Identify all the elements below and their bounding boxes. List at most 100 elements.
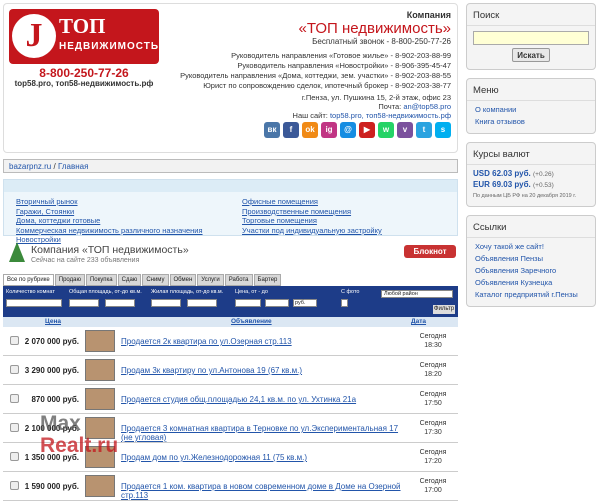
mail-link[interactable]: an@top58.pro <box>403 102 451 111</box>
vk-icon[interactable]: вк <box>264 122 280 138</box>
category-link[interactable]: Торговые помещения <box>242 216 382 226</box>
edit-icon[interactable] <box>10 394 19 403</box>
listing-count: Сейчас на сайте 233 объявления <box>31 257 140 264</box>
menu-item[interactable]: Книга отзывов <box>475 116 587 128</box>
tab-3[interactable]: Сдаю <box>117 274 142 286</box>
link-item[interactable]: Хочу такой же сайт! <box>475 241 587 253</box>
listing-price: 2 070 000 руб. <box>24 337 79 346</box>
search-button[interactable]: Искать <box>512 48 550 62</box>
col-date[interactable]: Дата <box>411 318 426 325</box>
category-link[interactable]: Офисные помещения <box>242 197 382 207</box>
watermark-line1: Max <box>40 412 81 435</box>
tab-4[interactable]: Сниму <box>142 274 169 286</box>
filter-rooms-label: Количество комнат <box>6 289 55 295</box>
listing-photo[interactable] <box>85 475 115 497</box>
rates-note: По данным ЦБ РФ на 20 декабря 2019 г. <box>473 193 577 199</box>
photo-checkbox[interactable] <box>341 299 348 307</box>
breadcrumb-site[interactable]: bazarpnz.ru <box>9 162 51 171</box>
listing-title[interactable]: Продам 3к квартиру по ул.Антонова 19 (67… <box>121 366 401 375</box>
filter-total-area-label: Общая площадь, от-до кв.м. <box>69 289 142 295</box>
sites-link[interactable]: top58.pro, топ58-недвижимость.рф <box>330 111 451 120</box>
menu-item[interactable]: О компании <box>475 104 587 116</box>
skype-icon[interactable]: s <box>435 122 451 138</box>
facebook-icon[interactable]: f <box>283 122 299 138</box>
youtube-icon[interactable]: ▶ <box>359 122 375 138</box>
filter-button[interactable]: Фильтр <box>433 305 455 314</box>
tab-8[interactable]: Бартер <box>253 274 282 286</box>
link-item[interactable]: Объявления Заречного <box>475 265 587 277</box>
edit-icon[interactable] <box>10 423 19 432</box>
table-row[interactable]: 2 070 000 руб. Продается 2к квартира по у… <box>3 327 458 356</box>
listing-photo[interactable] <box>85 359 115 381</box>
tab-1[interactable]: Продаю <box>54 274 85 286</box>
watermark: Max Realt.ru <box>40 413 118 457</box>
link-item[interactable]: Каталог предприятий г.Пензы <box>475 289 587 301</box>
category-link[interactable]: Гаражи, Стоянки <box>16 207 203 217</box>
district-select[interactable]: Любой район <box>381 290 453 298</box>
living-area-to[interactable] <box>187 299 217 307</box>
listing-title[interactable]: Продам дом по ул.Железнодорожная 11 (75 … <box>121 453 401 462</box>
logo-emblem: J <box>12 14 56 58</box>
whatsapp-icon[interactable]: w <box>378 122 394 138</box>
edit-icon[interactable] <box>10 336 19 345</box>
company-name: «ТОП недвижимость» <box>298 20 451 37</box>
notepad-button[interactable]: Блокнот <box>404 245 456 258</box>
category-link[interactable]: Дома, коттеджи готовые <box>16 216 203 226</box>
edit-icon[interactable] <box>10 452 19 461</box>
listing-time: 18:30 <box>424 342 442 349</box>
usd-label: USD <box>473 169 490 178</box>
staff-line: Юрист по сопровождению сделок, ипотечный… <box>203 81 451 90</box>
listing-time: 17:00 <box>424 487 442 494</box>
links-title: Ссылки <box>467 216 595 238</box>
category-link[interactable]: Участки под индивидуальную застройку <box>242 226 382 236</box>
price-from[interactable] <box>235 299 261 307</box>
telegram-icon[interactable]: t <box>416 122 432 138</box>
table-row[interactable]: 1 590 000 руб. Продается 1 ком. квартира … <box>3 472 458 501</box>
edit-icon[interactable] <box>10 365 19 374</box>
link-item[interactable]: Объявления Кузнецка <box>475 277 587 289</box>
moimir-icon[interactable]: @ <box>340 122 356 138</box>
tree-icon <box>9 242 25 262</box>
col-price[interactable]: Цена <box>45 318 61 325</box>
company-logo[interactable]: J ТОП НЕДВИЖИМОСТЬ 8-800-250-77-26 top58… <box>9 9 159 88</box>
listing-time: 17:50 <box>424 400 442 407</box>
viber-icon[interactable]: v <box>397 122 413 138</box>
filter-bar: Количество комнат Общая площадь, от-до к… <box>3 286 458 317</box>
currency-select[interactable]: руб. <box>293 299 317 307</box>
listing-photo[interactable] <box>85 330 115 352</box>
living-area-from[interactable] <box>151 299 181 307</box>
tab-5[interactable]: Обмен <box>169 274 197 286</box>
tab-6[interactable]: Услуги <box>197 274 224 286</box>
category-link[interactable]: Производственные помещения <box>242 207 382 217</box>
category-link[interactable]: Коммерческая недвижимость различного наз… <box>16 226 203 236</box>
price-to[interactable] <box>265 299 289 307</box>
category-topbar <box>4 180 457 192</box>
listing-photo[interactable] <box>85 388 115 410</box>
search-input[interactable] <box>473 31 589 45</box>
rooms-select[interactable] <box>6 299 62 307</box>
tab-7[interactable]: Работа <box>224 274 253 286</box>
table-row[interactable]: 870 000 руб. Продается студия общ.площадь… <box>3 385 458 414</box>
listing-title[interactable]: Продается студия общ.площадью 24,1 кв.м.… <box>121 395 401 404</box>
free-call: Бесплатный звонок - 8-800-250-77-26 <box>312 37 451 46</box>
link-item[interactable]: Объявления Пензы <box>475 253 587 265</box>
sites-line: Наш сайт: top58.pro, топ58-недвижимость.… <box>293 111 451 120</box>
odnoklassniki-icon[interactable]: ok <box>302 122 318 138</box>
listing-title[interactable]: Продается 3 комнатная квартира в Терновк… <box>121 424 401 442</box>
watermark-line2: Realt.ru <box>40 434 119 457</box>
breadcrumb-page[interactable]: Главная <box>58 162 88 171</box>
table-row[interactable]: 3 290 000 руб. Продам 3к квартиру по ул.А… <box>3 356 458 385</box>
total-area-to[interactable] <box>105 299 135 307</box>
total-area-from[interactable] <box>69 299 99 307</box>
listing-title[interactable]: Продается 2к квартира по ул.Озерная стр.… <box>121 337 401 346</box>
listing-time: 17:20 <box>424 458 442 465</box>
col-title[interactable]: Объявление <box>231 318 272 325</box>
tab-0[interactable]: Все по рубрике <box>3 274 54 286</box>
tab-2[interactable]: Покупка <box>85 274 117 286</box>
listing-title[interactable]: Продается 1 ком. квартира в новом соврем… <box>121 482 401 500</box>
category-link[interactable]: Вторичный рынок <box>16 197 203 207</box>
staff-contacts: Руководитель направления «Готовое жилье»… <box>180 51 451 91</box>
listing-date: Сегодня 18:20 <box>408 361 458 379</box>
staff-line: Руководитель направления «Готовое жилье»… <box>231 51 451 60</box>
instagram-icon[interactable]: ig <box>321 122 337 138</box>
